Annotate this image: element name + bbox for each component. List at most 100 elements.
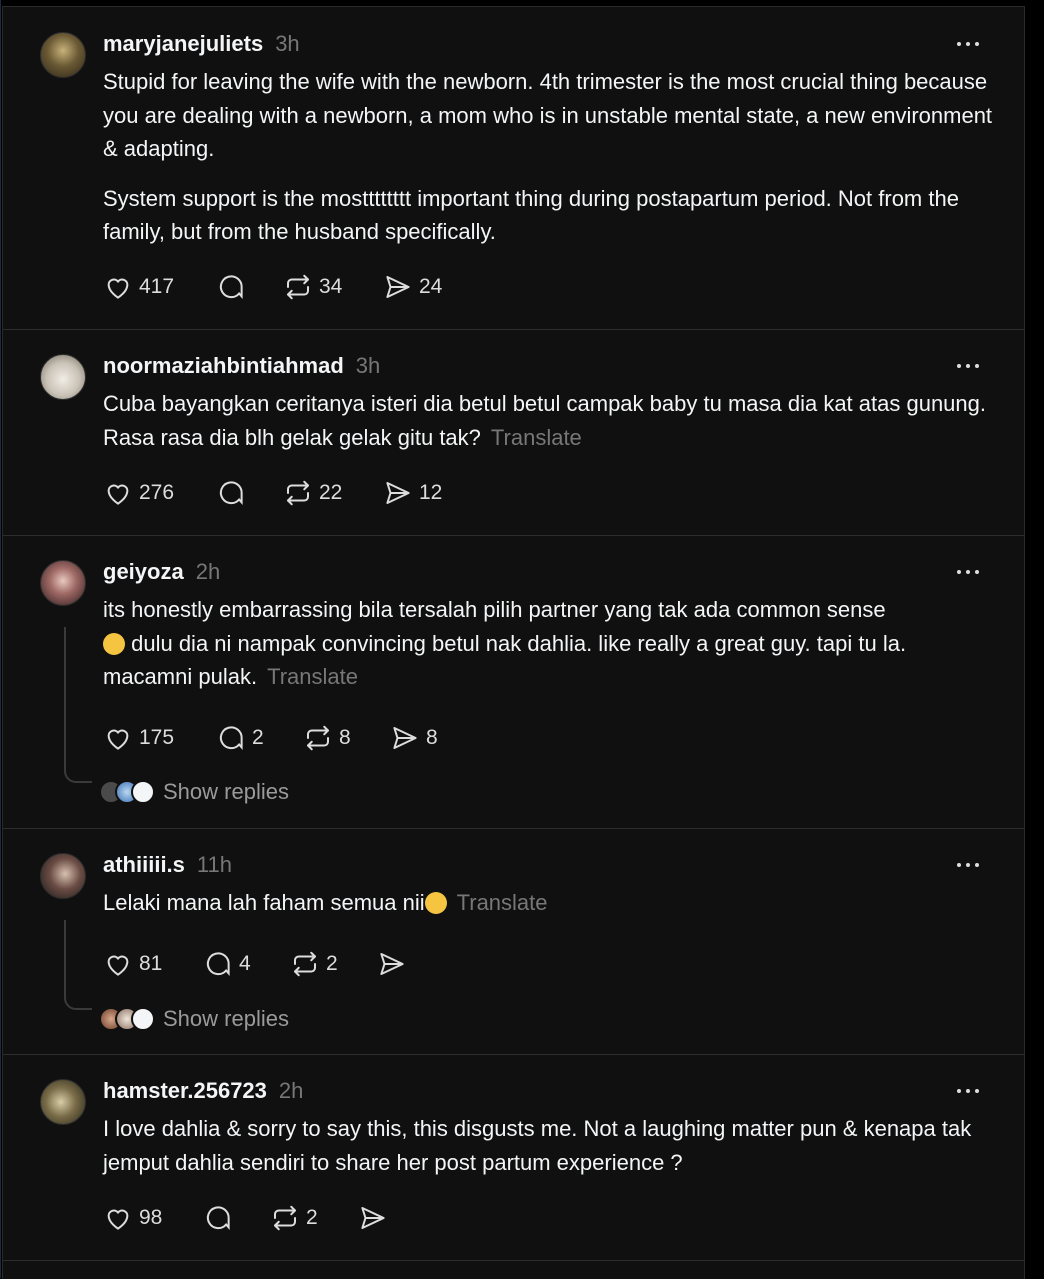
post-paragraph: dulu dia ni nampak convincing betul nak … [103, 630, 907, 690]
like-count: 276 [139, 481, 175, 504]
like-button[interactable]: 417 [103, 272, 174, 302]
repost-icon [287, 274, 309, 300]
more-options-icon[interactable] [957, 860, 987, 870]
heart-icon [107, 729, 129, 750]
more-options-icon[interactable] [957, 1086, 987, 1096]
thread-line [64, 920, 66, 996]
comment-button[interactable]: 4 [203, 949, 251, 979]
share-send-icon [361, 1207, 385, 1229]
post-text: Lelaki mana lah faham semua nii Translate [103, 886, 993, 920]
username[interactable]: hamster.256723 2h [103, 1078, 303, 1104]
relieved-emoji-icon [424, 892, 447, 914]
window-edge [0, 0, 1, 1278]
avatar[interactable] [40, 853, 86, 899]
repost-count: 34 [319, 275, 343, 298]
share-send-icon [380, 953, 404, 975]
avatar[interactable] [40, 32, 86, 78]
like-button[interactable]: 81 [103, 949, 162, 979]
translate-link[interactable]: Translate [267, 664, 358, 689]
post-time: 3h [275, 31, 300, 56]
crying-emoji-icon [103, 632, 125, 655]
username[interactable]: geiyoza 2h [103, 559, 220, 585]
heart-icon [107, 278, 129, 299]
repost-count: 22 [319, 481, 343, 504]
share-button[interactable]: 24 [383, 272, 442, 302]
repost-count: 2 [326, 952, 338, 975]
comment-bubble-icon [219, 726, 243, 751]
comment-count: 4 [239, 952, 251, 975]
reply-avatar [131, 780, 155, 804]
translate-link[interactable]: Translate [491, 425, 582, 450]
share-send-icon [386, 482, 410, 504]
share-button[interactable]: 8 [390, 723, 438, 753]
like-count: 175 [139, 726, 175, 749]
like-button[interactable]: 98 [103, 1203, 162, 1233]
heart-icon [107, 955, 129, 976]
post: noormaziahbintiahmad 3h Cuba bayangkan ce… [3, 329, 1024, 536]
post-paragraph: Lelaki mana lah faham semua nii [103, 890, 425, 915]
post: athiiiii.s 11h Lelaki mana lah faham semu… [3, 828, 1024, 1055]
repost-icon [274, 1205, 296, 1231]
share-count: 12 [419, 481, 443, 504]
share-count: 8 [426, 726, 438, 749]
post-time: 3h [355, 353, 381, 378]
post-paragraph: I love dahlia & sorry to say this, this … [103, 1116, 972, 1175]
comment-button[interactable]: 2 [216, 723, 264, 753]
post-text: I love dahlia & sorry to say this, this … [103, 1112, 993, 1179]
like-button[interactable]: 276 [103, 478, 174, 508]
share-button[interactable]: 12 [383, 478, 442, 508]
show-replies-row[interactable]: Show replies [99, 1005, 289, 1033]
avatar[interactable] [40, 354, 86, 400]
avatar[interactable] [40, 560, 86, 606]
heart-icon [107, 1209, 129, 1230]
repost-button[interactable]: 22 [283, 478, 342, 508]
share-button[interactable] [358, 1203, 394, 1233]
repost-button[interactable]: 8 [303, 723, 351, 753]
username[interactable]: noormaziahbintiahmad 3h [103, 353, 380, 379]
show-replies-link[interactable]: Show replies [163, 779, 289, 805]
comment-bubble-icon [219, 275, 243, 300]
share-button[interactable] [377, 949, 413, 979]
more-options-icon[interactable] [957, 39, 987, 49]
post-text: its honestly embarrassing bila tersalah … [103, 593, 993, 694]
share-send-icon [393, 727, 417, 749]
repost-icon [294, 951, 316, 977]
post: hamster.256723 2h I love dahlia & sorry t… [3, 1054, 1024, 1261]
comment-button[interactable] [203, 1203, 239, 1233]
post-paragraph: Stupid for leaving the wife with the new… [103, 69, 993, 161]
like-button[interactable]: 175 [103, 723, 174, 753]
more-options-icon[interactable] [957, 361, 987, 371]
post: maryjanejuliets 3h Stupid for leaving the… [3, 7, 1024, 330]
username[interactable]: maryjanejuliets 3h [103, 31, 300, 57]
repost-button[interactable]: 34 [283, 272, 342, 302]
comment-bubble-icon [219, 481, 243, 506]
avatar[interactable] [40, 1079, 86, 1125]
translate-link[interactable]: Translate [457, 890, 548, 915]
more-options-icon[interactable] [957, 567, 987, 577]
like-count: 98 [139, 1206, 163, 1229]
repost-button[interactable]: 2 [270, 1203, 318, 1233]
show-replies-row[interactable]: Show replies [99, 778, 289, 806]
replies-feed: maryjanejuliets 3h Stupid for leaving the… [2, 6, 1025, 1279]
post-time: 2h [278, 1078, 304, 1103]
username[interactable]: athiiiii.s 11h [103, 852, 232, 878]
post-time: 2h [195, 559, 221, 584]
repost-button[interactable]: 2 [290, 949, 338, 979]
thread-curve [64, 769, 92, 783]
repost-count: 2 [306, 1206, 318, 1229]
heart-icon [107, 484, 129, 505]
comment-button[interactable] [216, 272, 252, 302]
like-count: 417 [139, 275, 175, 298]
post: geiyoza 2h its honestly embarrassing bila… [3, 535, 1024, 829]
post-text: Cuba bayangkan ceritanya isteri dia betu… [103, 387, 993, 454]
like-count: 81 [139, 952, 163, 975]
comment-button[interactable] [216, 478, 252, 508]
share-send-icon [386, 276, 410, 298]
comment-bubble-icon [206, 1206, 230, 1231]
repost-count: 8 [339, 726, 351, 749]
comment-count: 2 [252, 726, 264, 749]
repost-icon [287, 480, 309, 506]
show-replies-link[interactable]: Show replies [163, 1006, 289, 1032]
reply-avatar [131, 1007, 155, 1031]
post-time: 11h [196, 852, 232, 877]
